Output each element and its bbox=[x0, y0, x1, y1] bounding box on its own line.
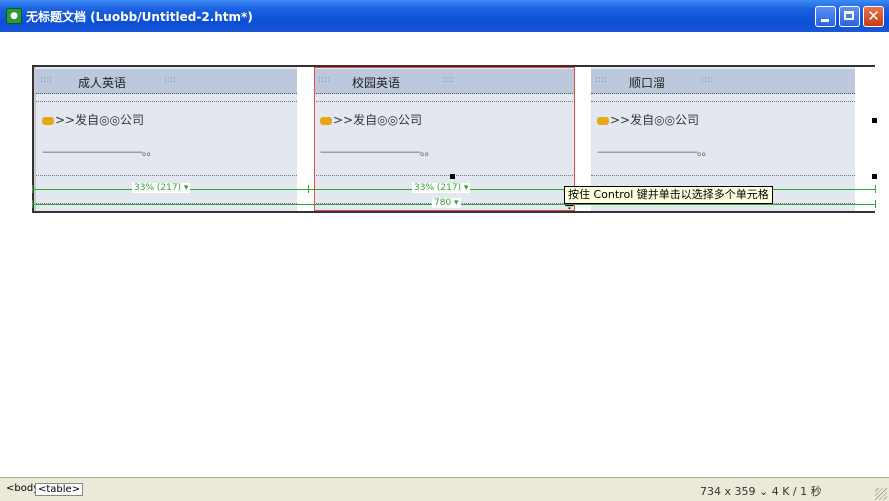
document-design-view[interactable]: :::: 成人英语 :::: >>发自◎◎公司 ——————————。。 :::… bbox=[4, 32, 885, 477]
dotted-divider bbox=[36, 175, 297, 176]
bullet-icon bbox=[597, 116, 609, 125]
column-header-label: 成人英语 bbox=[78, 76, 127, 90]
guide-tick bbox=[308, 185, 309, 193]
minimize-icon bbox=[821, 19, 829, 22]
guide-tick bbox=[32, 200, 33, 208]
list-item-label: >>发自◎◎公司 bbox=[610, 113, 700, 127]
resize-handle-corner[interactable] bbox=[872, 174, 877, 179]
resize-handle-bottom[interactable] bbox=[450, 174, 455, 179]
guide-tick bbox=[875, 185, 876, 193]
title-bar[interactable]: ● 无标题文档 (Luobb/Untitled-2.htm*) ✕ bbox=[0, 0, 889, 32]
column-width-label[interactable]: 33% (217) ▾ bbox=[132, 183, 191, 193]
column-header[interactable]: :::: 顺口溜 :::: bbox=[591, 69, 855, 94]
minimize-button[interactable] bbox=[815, 6, 836, 27]
column-header[interactable]: :::: 成人英语 :::: bbox=[36, 69, 297, 94]
header-dots: :::: bbox=[40, 75, 53, 85]
dotted-divider bbox=[36, 101, 297, 102]
dotted-divider bbox=[591, 101, 855, 102]
maximize-icon bbox=[844, 11, 854, 20]
dash-line: ——————————。。 bbox=[597, 145, 712, 158]
close-button[interactable]: ✕ bbox=[863, 6, 884, 27]
dash-line: ——————————。。 bbox=[42, 145, 157, 158]
guide-tick bbox=[32, 185, 33, 193]
status-bar: <body> <table> 734 x 359 ⌄ 4 K / 1 秒 bbox=[0, 477, 889, 501]
list-item[interactable]: >>发自◎◎公司 bbox=[42, 111, 144, 128]
close-icon: ✕ bbox=[867, 7, 880, 25]
dreamweaver-icon: ● bbox=[6, 8, 22, 24]
header-dots: :::: bbox=[595, 75, 608, 85]
tooltip: 按住 Control 键并单击以选择多个单元格 bbox=[564, 186, 773, 204]
header-dots: :::: bbox=[701, 75, 714, 85]
resize-handle-right[interactable] bbox=[872, 118, 877, 123]
maximize-button[interactable] bbox=[839, 6, 860, 27]
column-width-label[interactable]: 33% (217) ▾ bbox=[412, 183, 471, 193]
resize-grip-icon[interactable] bbox=[875, 488, 887, 500]
header-dots: :::: bbox=[164, 75, 177, 85]
window-size-info[interactable]: 734 x 359 ⌄ 4 K / 1 秒 bbox=[700, 483, 822, 499]
bullet-icon bbox=[42, 116, 54, 125]
guide-tick bbox=[875, 200, 876, 208]
list-item[interactable]: >>发自◎◎公司 bbox=[597, 111, 699, 128]
tag-selector-table[interactable]: <table> bbox=[35, 483, 84, 496]
editor-window: ● 无标题文档 (Luobb/Untitled-2.htm*) ✕ :::: 成… bbox=[0, 0, 889, 501]
list-item-label: >>发自◎◎公司 bbox=[55, 113, 145, 127]
window-title: 无标题文档 (Luobb/Untitled-2.htm*) bbox=[26, 10, 253, 24]
table-width-label[interactable]: 780 ▾ bbox=[432, 198, 461, 208]
column-header-label: 顺口溜 bbox=[629, 76, 666, 90]
dotted-divider bbox=[591, 175, 855, 176]
